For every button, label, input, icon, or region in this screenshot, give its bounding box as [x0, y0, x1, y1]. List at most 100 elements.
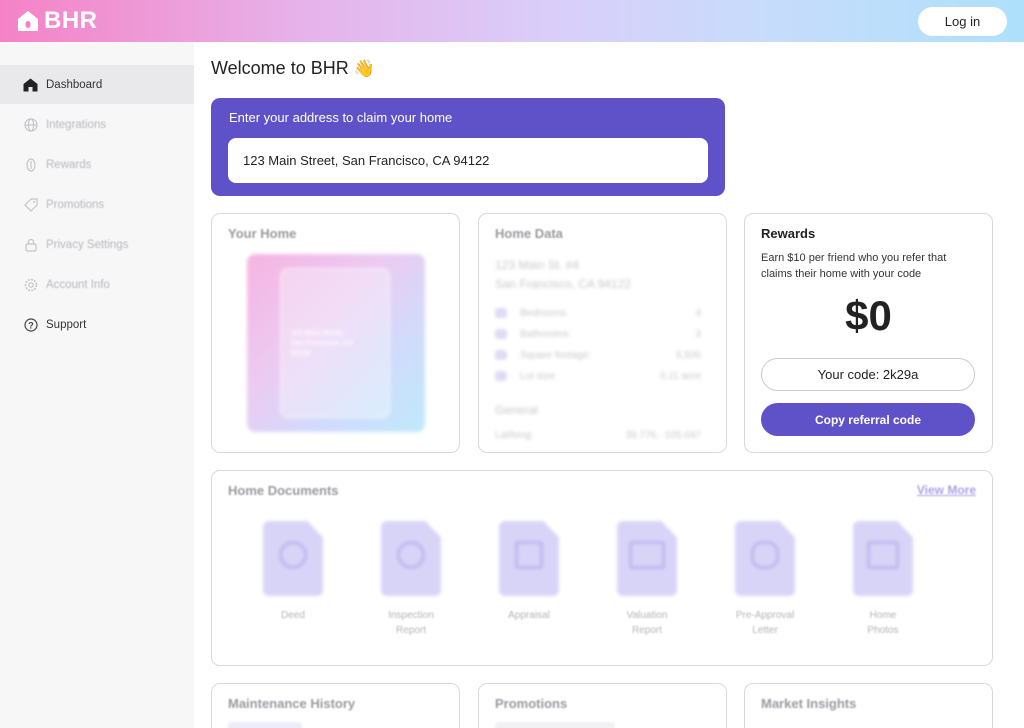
sidebar-item-promotions[interactable]: Promotions — [0, 185, 194, 224]
sidebar-item-dashboard[interactable]: Dashboard — [0, 65, 194, 104]
copy-referral-code-button[interactable]: Copy referral code — [761, 403, 975, 436]
illus-address-line3: 94122 — [291, 350, 311, 357]
sidebar-item-label: Privacy Settings — [46, 238, 129, 251]
document-home-photos[interactable]: Home Photos — [843, 521, 923, 638]
document-label: Pre-Approval Letter — [735, 610, 795, 636]
document-label: Valuation Report — [626, 610, 668, 636]
house-icon — [23, 77, 38, 92]
sidebar-item-label: Integrations — [46, 118, 107, 131]
bed-icon — [495, 308, 507, 318]
your-home-card[interactable]: Your Home 123 Main Street, San Francisco… — [211, 213, 460, 453]
svg-text:?: ? — [28, 320, 34, 330]
maintenance-history-card[interactable]: Maintenance History — [211, 683, 460, 728]
photo-icon — [853, 521, 913, 596]
ribbon-icon — [263, 521, 323, 596]
view-more-link[interactable]: View More — [917, 483, 976, 497]
coin-icon — [23, 157, 38, 172]
latlong-value: 39.776, -105.047 — [625, 430, 701, 441]
home-documents-card: Home Documents View More Deed Inspection… — [211, 470, 993, 666]
claim-title: Enter your address to claim your home — [229, 110, 453, 125]
data-row-square-footage: Square footage: 5,500 — [495, 348, 701, 362]
card-title: Market Insights — [761, 696, 857, 711]
market-insights-card[interactable]: Market Insights — [744, 683, 993, 728]
rewards-amount: $0 — [845, 292, 892, 339]
question-icon: ? — [23, 317, 38, 332]
card-title: Rewards — [761, 226, 816, 241]
document-appraisal[interactable]: Appraisal — [489, 521, 569, 623]
house-logo-icon — [18, 11, 38, 31]
sidebar-item-label: Promotions — [46, 198, 105, 211]
row-value: 0.11 acre — [660, 370, 701, 382]
banknote-icon — [617, 521, 677, 596]
sidebar-item-label: Support — [46, 318, 87, 331]
clipboard-icon — [499, 521, 559, 596]
document-inspection-report[interactable]: Inspection Report — [371, 521, 451, 638]
login-button[interactable]: Log in — [918, 7, 1007, 36]
gear-icon — [23, 277, 38, 292]
referral-code[interactable]: Your code: 2k29a — [761, 358, 975, 391]
latlong-row: Lat/long: 39.776, -105.047 — [495, 430, 701, 441]
data-row-bathrooms: Bathrooms: 3 — [495, 327, 701, 341]
card-title: Promotions — [495, 696, 568, 711]
row-label: Bathrooms: — [520, 328, 572, 340]
placeholder-bar — [495, 722, 615, 728]
lock-icon — [23, 237, 38, 252]
sidebar-item-integrations[interactable]: Integrations — [0, 105, 194, 144]
ruler-icon — [495, 350, 507, 360]
logo[interactable]: BHR — [16, 9, 98, 33]
illus-address-line2: San Francisco, CA — [291, 340, 353, 347]
document-label: Appraisal — [508, 610, 550, 621]
sidebar-item-privacy-settings[interactable]: Privacy Settings — [0, 225, 194, 264]
row-value: 4 — [695, 307, 701, 319]
document-label: Inspection Report — [388, 610, 434, 636]
document-valuation-report[interactable]: Valuation Report — [607, 521, 687, 638]
illus-address-line1: 123 Main Street, — [291, 330, 345, 337]
row-label: Lot size: — [520, 370, 558, 382]
document-pre-approval-letter[interactable]: Pre-Approval Letter — [725, 521, 805, 638]
rewards-description: Earn $10 per friend who you refer that c… — [761, 252, 947, 280]
placeholder-bar — [228, 722, 302, 728]
row-value: 5,500 — [675, 349, 701, 361]
sidebar-item-rewards[interactable]: Rewards — [0, 145, 194, 184]
document-label: Home Photos — [867, 610, 899, 636]
welcome-text: Welcome to BHR — [211, 58, 349, 78]
sidebar-item-label: Account Info — [46, 278, 110, 291]
sidebar-item-account-info[interactable]: Account Info — [0, 265, 194, 304]
promotions-card[interactable]: Promotions — [478, 683, 727, 728]
card-title: Maintenance History — [228, 696, 356, 711]
address-line2: San Francisco, CA 94122 — [495, 277, 632, 291]
globe-icon — [23, 117, 38, 132]
globe-icon — [495, 371, 507, 381]
card-title: Home Documents — [228, 483, 339, 498]
page-title: Welcome to BHR 👋 — [211, 58, 375, 79]
handshake-icon — [735, 521, 795, 596]
document-deed[interactable]: Deed — [253, 521, 333, 623]
general-heading: General — [495, 403, 538, 417]
tag-icon — [23, 197, 38, 212]
address-line1: 123 Main St. #4 — [495, 258, 580, 272]
address-input[interactable] — [228, 138, 708, 183]
magnifier-icon — [381, 521, 441, 596]
home-panel: 123 Main Street, San Francisco, CA 94122 — [280, 268, 390, 418]
claim-home-banner: Enter your address to claim your home — [211, 98, 725, 196]
document-label: Deed — [281, 610, 305, 621]
home-data-card[interactable]: Home Data 123 Main St. #4 San Francisco,… — [478, 213, 727, 453]
card-title: Home Data — [495, 226, 563, 241]
rewards-card: Rewards Earn $10 per friend who you refe… — [744, 213, 993, 453]
data-row-bedrooms: Bedrooms: 4 — [495, 306, 701, 320]
latlong-label: Lat/long: — [495, 430, 534, 441]
sidebar-item-support[interactable]: ? Support — [0, 305, 194, 344]
logo-text: BHR — [44, 7, 98, 34]
row-value: 3 — [695, 328, 701, 340]
row-label: Bedrooms: — [520, 307, 569, 319]
sidebar: Dashboard Integrations Rewards Promotion… — [0, 42, 194, 728]
top-bar: BHR Log in — [0, 0, 1024, 42]
card-title: Your Home — [228, 226, 297, 241]
row-label: Square footage: — [520, 349, 592, 361]
bath-icon — [495, 329, 507, 339]
waving-hand-icon: 👋 — [353, 58, 375, 78]
home-illustration: 123 Main Street, San Francisco, CA 94122 — [247, 254, 425, 432]
data-row-lot-size: Lot size: 0.11 acre — [495, 369, 701, 383]
sidebar-item-label: Rewards — [46, 158, 92, 171]
sidebar-item-label: Dashboard — [46, 78, 103, 91]
